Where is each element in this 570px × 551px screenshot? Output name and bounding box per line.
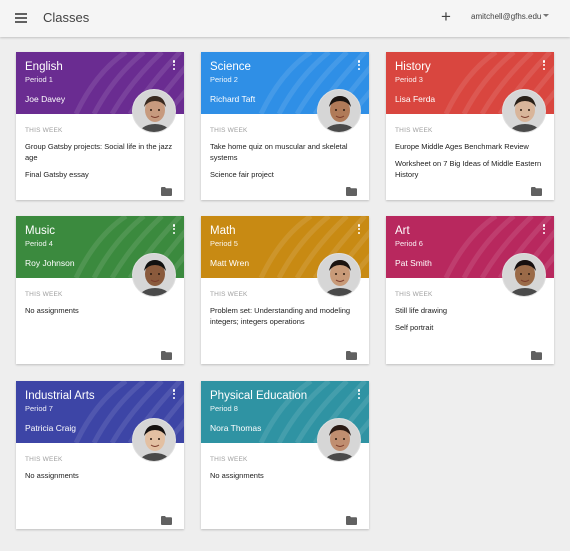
class-card[interactable]: English Period 1 Joe Davey THIS WEEK Group … — [16, 52, 184, 200]
class-period: Period 2 — [210, 75, 238, 84]
class-card[interactable]: Math Period 5 Matt Wren THIS WEEK Problem s… — [201, 216, 369, 364]
class-name[interactable]: Physical Education — [210, 390, 307, 402]
assignment-list: Group Gatsby projects: Social life in th… — [25, 141, 175, 186]
app-bar: Classes + amitchell@gfhs.edu — [0, 0, 570, 37]
class-card[interactable]: History Period 3 Lisa Ferda THIS WEEK Europ… — [386, 52, 554, 200]
folder-icon[interactable] — [161, 347, 172, 360]
assignment-item[interactable]: Self portrait — [395, 322, 545, 333]
teacher-name: Lisa Ferda — [395, 94, 436, 104]
class-period: Period 5 — [210, 239, 238, 248]
assignment-list: Still life drawing Self portrait — [395, 305, 545, 339]
more-options-icon[interactable] — [170, 224, 178, 236]
class-name[interactable]: History — [395, 61, 431, 73]
assignment-item[interactable]: Take home quiz on muscular and skeletal … — [210, 141, 360, 163]
assignment-item[interactable]: Still life drawing — [395, 305, 545, 316]
folder-icon[interactable] — [161, 183, 172, 196]
teacher-avatar — [502, 253, 546, 297]
assignment-item[interactable]: Group Gatsby projects: Social life in th… — [25, 141, 175, 163]
teacher-name: Pat Smith — [395, 258, 432, 268]
assignment-list: Take home quiz on muscular and skeletal … — [210, 141, 360, 186]
teacher-avatar — [317, 89, 361, 133]
assignment-item[interactable]: Science fair project — [210, 169, 360, 180]
teacher-name: Nora Thomas — [210, 423, 262, 433]
assignment-list: Europe Middle Ages Benchmark Review Works… — [395, 141, 545, 186]
teacher-avatar — [132, 418, 176, 462]
more-options-icon[interactable] — [355, 389, 363, 401]
assignment-item[interactable]: No assignments — [25, 305, 175, 316]
class-name[interactable]: English — [25, 61, 63, 73]
teacher-avatar — [317, 418, 361, 462]
assignment-item[interactable]: Worksheet on 7 Big Ideas of Middle Easte… — [395, 158, 545, 180]
more-options-icon[interactable] — [540, 224, 548, 236]
teacher-avatar — [132, 253, 176, 297]
assignment-item[interactable]: Final Gatsby essay — [25, 169, 175, 180]
class-period: Period 1 — [25, 75, 53, 84]
assignment-item[interactable]: Problem set: Understanding and modeling … — [210, 305, 360, 327]
this-week-label: THIS WEEK — [25, 456, 63, 463]
folder-icon[interactable] — [531, 347, 542, 360]
this-week-label: THIS WEEK — [210, 291, 248, 298]
folder-icon[interactable] — [531, 183, 542, 196]
more-options-icon[interactable] — [355, 224, 363, 236]
assignment-item[interactable]: Europe Middle Ages Benchmark Review — [395, 141, 545, 152]
class-period: Period 3 — [395, 75, 423, 84]
class-period: Period 7 — [25, 404, 53, 413]
assignment-list: No assignments — [210, 470, 360, 487]
folder-icon[interactable] — [346, 183, 357, 196]
class-period: Period 4 — [25, 239, 53, 248]
folder-icon[interactable] — [161, 512, 172, 525]
assignment-list: No assignments — [25, 305, 175, 322]
class-name[interactable]: Science — [210, 61, 251, 73]
assignment-list: Problem set: Understanding and modeling … — [210, 305, 360, 333]
class-card[interactable]: Industrial Arts Period 7 Patricia Craig TH… — [16, 381, 184, 529]
more-options-icon[interactable] — [355, 60, 363, 72]
teacher-avatar — [317, 253, 361, 297]
class-name[interactable]: Art — [395, 225, 410, 237]
menu-icon[interactable] — [15, 13, 27, 23]
class-period: Period 8 — [210, 404, 238, 413]
teacher-name: Richard Taft — [210, 94, 256, 104]
class-period: Period 6 — [395, 239, 423, 248]
more-options-icon[interactable] — [170, 389, 178, 401]
class-card[interactable]: Music Period 4 Roy Johnson THIS WEEK No ass… — [16, 216, 184, 364]
class-name[interactable]: Math — [210, 225, 236, 237]
class-card[interactable]: Science Period 2 Richard Taft THIS WEEK Tak… — [201, 52, 369, 200]
assignment-item[interactable]: No assignments — [25, 470, 175, 481]
class-card[interactable]: Art Period 6 Pat Smith THIS WEEK Still life… — [386, 216, 554, 364]
assignment-list: No assignments — [25, 470, 175, 487]
this-week-label: THIS WEEK — [25, 291, 63, 298]
this-week-label: THIS WEEK — [395, 127, 433, 134]
this-week-label: THIS WEEK — [210, 127, 248, 134]
class-name[interactable]: Music — [25, 225, 55, 237]
more-options-icon[interactable] — [540, 60, 548, 72]
more-options-icon[interactable] — [170, 60, 178, 72]
teacher-avatar — [502, 89, 546, 133]
class-card[interactable]: Physical Education Period 8 Nora Thomas TH… — [201, 381, 369, 529]
teacher-name: Patricia Craig — [25, 423, 77, 433]
this-week-label: THIS WEEK — [210, 456, 248, 463]
class-name[interactable]: Industrial Arts — [25, 390, 95, 402]
this-week-label: THIS WEEK — [25, 127, 63, 134]
caret-down-icon[interactable] — [543, 14, 549, 17]
page-title: Classes — [43, 10, 90, 25]
assignment-item[interactable]: No assignments — [210, 470, 360, 481]
folder-icon[interactable] — [346, 347, 357, 360]
teacher-name: Joe Davey — [25, 94, 66, 104]
teacher-name: Matt Wren — [210, 258, 250, 268]
folder-icon[interactable] — [346, 512, 357, 525]
this-week-label: THIS WEEK — [395, 291, 433, 298]
add-class-button[interactable]: + — [441, 7, 451, 27]
teacher-name: Roy Johnson — [25, 258, 75, 268]
account-email[interactable]: amitchell@gfhs.edu — [471, 12, 541, 21]
teacher-avatar — [132, 89, 176, 133]
